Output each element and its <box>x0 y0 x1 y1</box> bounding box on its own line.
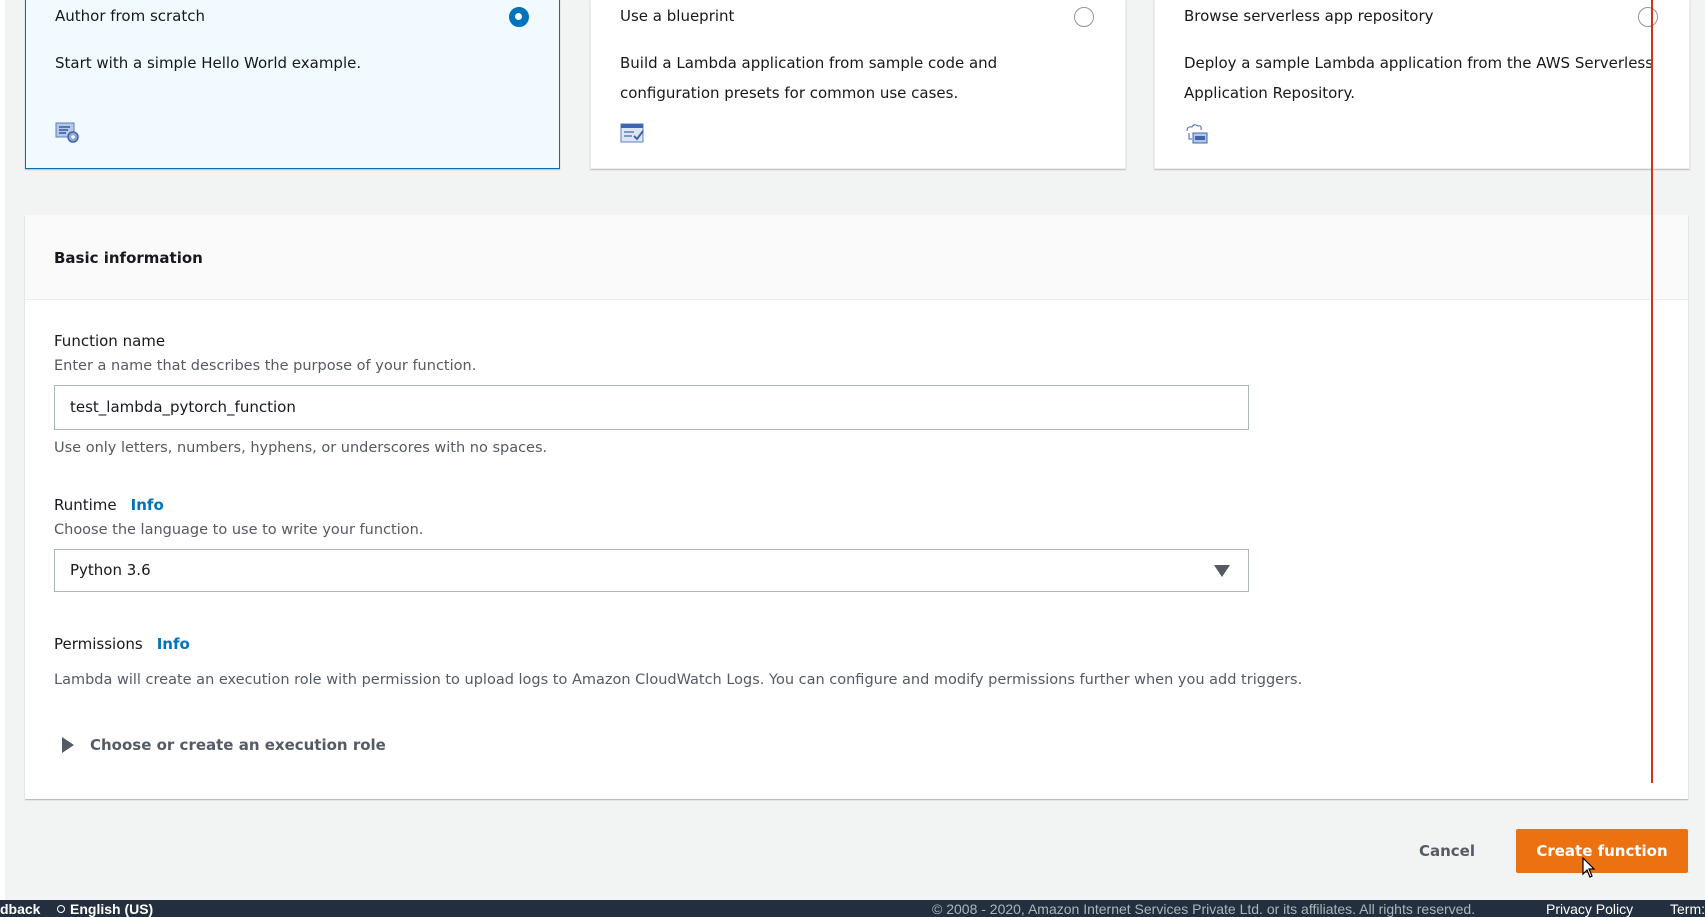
panel-header: Basic information <box>25 215 1688 300</box>
marker-vertical-line <box>1651 0 1653 783</box>
runtime-description: Choose the language to use to write your… <box>54 522 424 538</box>
option-description: Deploy a sample Lambda application from … <box>1184 54 1654 102</box>
caret-down-icon <box>1214 565 1230 577</box>
code-gear-icon <box>55 122 79 143</box>
page-footer: dback English (US) © 2008 - 2020, Amazon… <box>0 900 1705 917</box>
privacy-policy-link[interactable]: Privacy Policy <box>1546 900 1633 917</box>
cloud-repository-icon <box>1186 124 1208 144</box>
panel-title: Basic information <box>54 249 203 267</box>
option-description: Build a Lambda application from sample c… <box>620 54 998 102</box>
radio-serverless-repository[interactable] <box>1638 7 1658 27</box>
permissions-label-row: Permissions Info <box>54 635 190 653</box>
cancel-button[interactable]: Cancel <box>1400 829 1494 873</box>
permissions-description: Lambda will create an execution role wit… <box>54 672 1303 688</box>
option-card-author-from-scratch[interactable]: Author from scratch Start with a simple … <box>25 0 560 169</box>
option-title: Browse serverless app repository <box>1184 7 1434 25</box>
execution-role-expander[interactable]: Choose or create an execution role <box>62 736 386 754</box>
option-title: Use a blueprint <box>620 7 735 25</box>
function-name-input[interactable]: test_lambda_pytorch_function <box>54 385 1249 430</box>
permissions-label: Permissions <box>54 635 143 653</box>
runtime-selected-value: Python 3.6 <box>70 561 151 579</box>
runtime-info-link[interactable]: Info <box>131 496 164 514</box>
function-name-label: Function name <box>54 332 166 350</box>
option-card-use-blueprint[interactable]: Use a blueprint Build a Lambda applicati… <box>590 0 1126 169</box>
language-label: English (US) <box>70 901 154 917</box>
feedback-link[interactable]: dback <box>0 900 40 917</box>
runtime-label: Runtime <box>54 496 117 514</box>
option-description: Start with a simple Hello World example. <box>55 54 362 72</box>
option-title: Author from scratch <box>55 7 205 25</box>
copyright-text: © 2008 - 2020, Amazon Internet Services … <box>932 901 1476 917</box>
language-selector[interactable]: English (US) <box>57 900 153 917</box>
function-name-description: Enter a name that describes the purpose … <box>54 358 477 374</box>
execution-role-expander-label: Choose or create an execution role <box>90 736 386 754</box>
runtime-select[interactable]: Python 3.6 <box>54 549 1249 592</box>
radio-use-blueprint[interactable] <box>1074 7 1094 27</box>
mouse-pointer-icon <box>1582 857 1596 878</box>
terms-link[interactable]: Term: <box>1670 900 1705 917</box>
option-card-serverless-repository[interactable]: Browse serverless app repository Deploy … <box>1154 0 1690 169</box>
caret-right-icon <box>62 737 74 753</box>
function-name-hint: Use only letters, numbers, hyphens, or u… <box>54 440 548 456</box>
basic-information-panel: Basic information Function name Enter a … <box>25 215 1688 799</box>
globe-icon <box>57 905 65 913</box>
runtime-label-row: Runtime Info <box>54 496 164 514</box>
create-function-button[interactable]: Create function <box>1516 829 1688 873</box>
blueprint-list-icon <box>620 123 644 143</box>
radio-author-from-scratch[interactable] <box>509 7 529 27</box>
left-margin-strip <box>0 0 5 900</box>
permissions-info-link[interactable]: Info <box>157 635 190 653</box>
